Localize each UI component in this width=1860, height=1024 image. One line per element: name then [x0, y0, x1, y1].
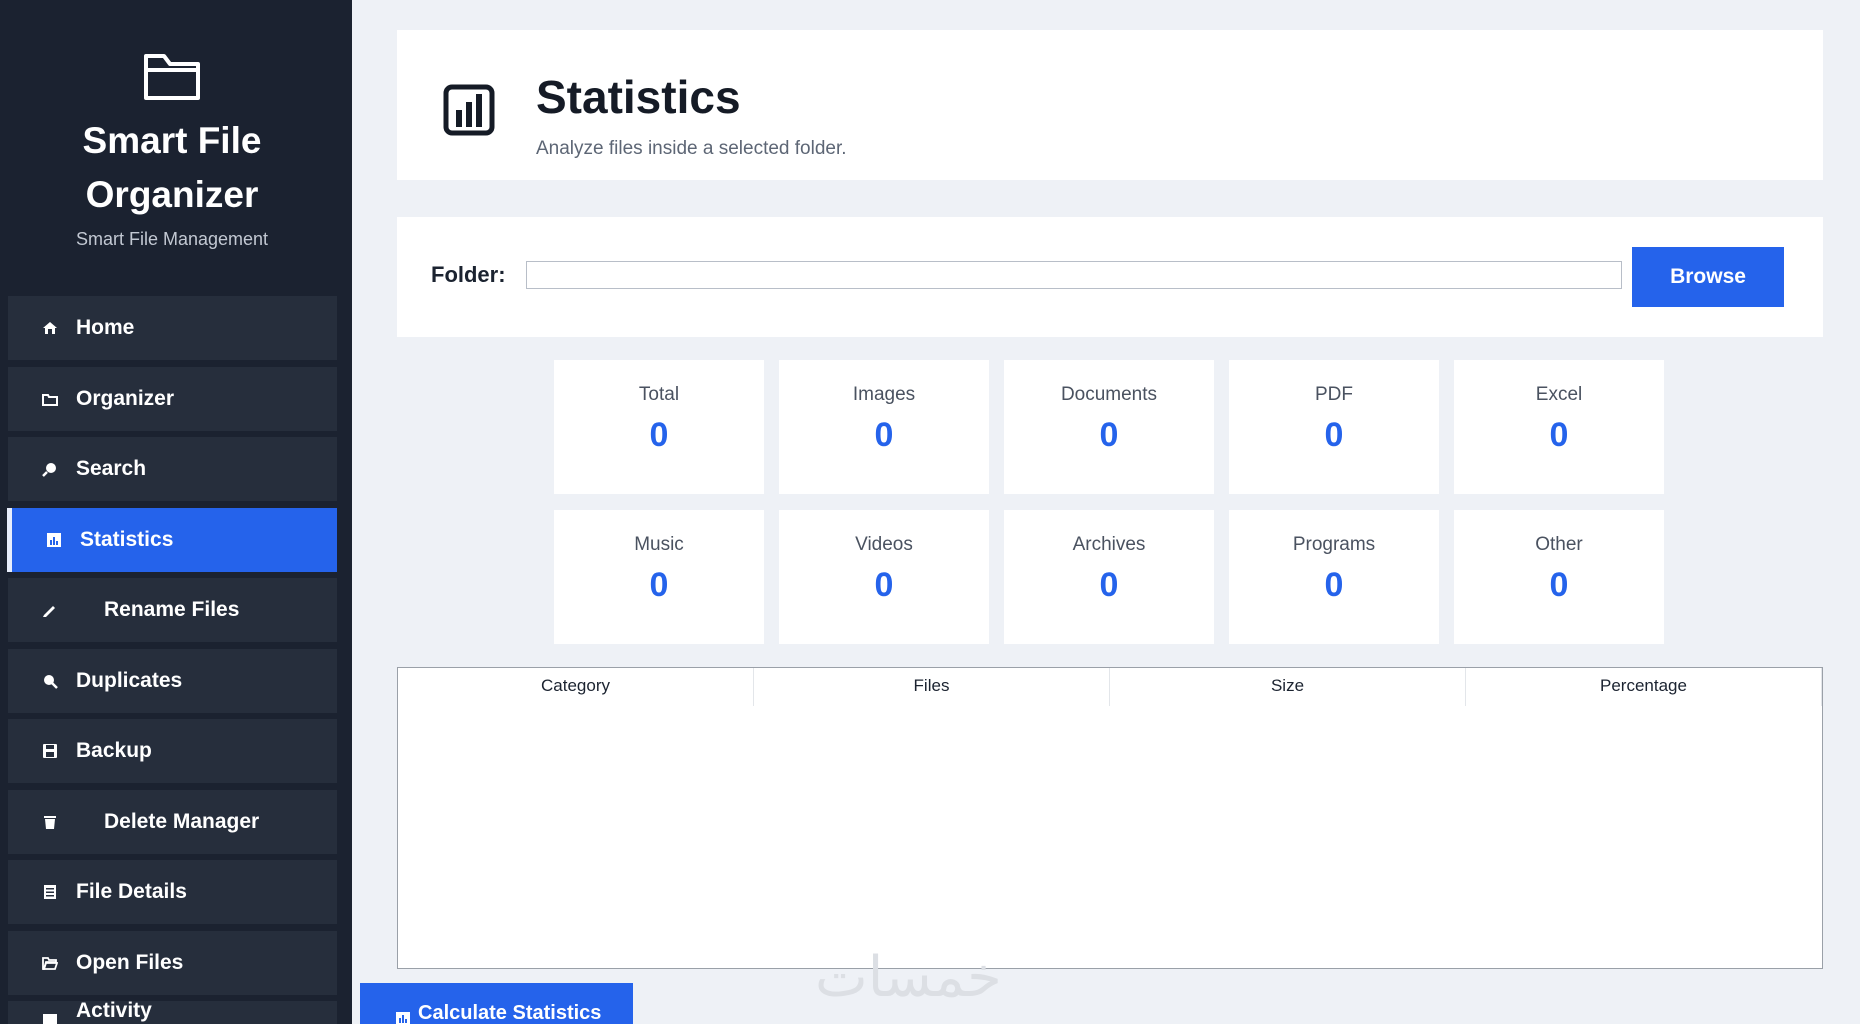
stat-value: 0: [874, 566, 894, 604]
page-header: Statistics Analyze files inside a select…: [397, 30, 1823, 180]
sidebar-item-statistics[interactable]: Statistics: [7, 508, 337, 572]
stat-label: Excel: [1535, 384, 1583, 405]
stat-label: Videos: [855, 534, 913, 555]
stat-value: 0: [1549, 566, 1569, 604]
stat-label: Programs: [1292, 534, 1376, 555]
sidebar-item-delete-manager[interactable]: Delete Manager: [8, 790, 337, 854]
home-icon: [43, 322, 57, 334]
sidebar-item-label: Activity: [76, 1001, 152, 1022]
brand-subtitle: Smart File Management: [75, 229, 269, 249]
sidebar-item-label: Duplicates: [76, 669, 183, 692]
folder-selector: Folder: Browse: [397, 217, 1823, 337]
sidebar: Smart File Organizer Smart File Manageme…: [0, 0, 352, 1024]
stat-card-music: Music 0: [554, 510, 764, 644]
rename-icon: [43, 606, 55, 617]
column-header-files[interactable]: Files: [754, 668, 1110, 706]
sidebar-item-home[interactable]: Home: [8, 296, 337, 360]
stat-label: Other: [1535, 534, 1583, 555]
stat-value: 0: [1099, 566, 1119, 604]
file-details-icon: [44, 885, 56, 899]
stat-value: 0: [649, 416, 669, 454]
sidebar-item-label: Delete Manager: [104, 810, 260, 833]
sidebar-item-label: Rename Files: [104, 598, 240, 621]
sidebar-item-search[interactable]: Search: [8, 437, 337, 501]
folder-icon: [42, 394, 58, 406]
brand-title: Smart File Organizer: [82, 120, 262, 215]
calculate-statistics-button[interactable]: Calculate Statistics: [360, 983, 633, 1024]
stat-card-documents: Documents 0: [1004, 360, 1214, 494]
stat-value: 0: [874, 416, 894, 454]
stat-card-pdf: PDF 0: [1229, 360, 1439, 494]
sidebar-item-organizer[interactable]: Organizer: [8, 367, 337, 431]
stat-label: Images: [852, 384, 916, 405]
sidebar-item-activity[interactable]: Activity: [8, 1001, 337, 1024]
sidebar-item-label: Search: [76, 457, 147, 480]
stat-label: Music: [634, 534, 684, 555]
stat-card-other: Other 0: [1454, 510, 1664, 644]
stat-card-archives: Archives 0: [1004, 510, 1214, 644]
sidebar-item-duplicates[interactable]: Duplicates: [8, 649, 337, 713]
sidebar-item-backup[interactable]: Backup: [8, 719, 337, 783]
stat-card-programs: Programs 0: [1229, 510, 1439, 644]
open-files-icon: [42, 957, 58, 970]
column-header-category[interactable]: Category: [398, 668, 754, 706]
activity-icon: [43, 1014, 57, 1024]
stat-value: 0: [649, 566, 669, 604]
sidebar-item-open-files[interactable]: Open Files: [8, 931, 337, 995]
watermark: خمسات: [815, 945, 1002, 1010]
column-header-percentage[interactable]: Percentage: [1466, 668, 1822, 706]
statistics-icon: [396, 1012, 410, 1024]
stat-label: PDF: [1315, 384, 1353, 405]
folder-icon: [144, 54, 200, 100]
sidebar-item-file-details[interactable]: File Details: [8, 860, 337, 924]
column-header-size[interactable]: Size: [1110, 668, 1466, 706]
duplicates-icon: [44, 675, 58, 689]
stat-card-images: Images 0: [779, 360, 989, 494]
folder-label: Folder:: [431, 262, 506, 287]
sidebar-item-label: File Details: [76, 880, 187, 903]
stat-card-videos: Videos 0: [779, 510, 989, 644]
stat-label: Total: [638, 384, 680, 405]
stat-label: Archives: [1072, 534, 1146, 555]
stat-value: 0: [1324, 566, 1344, 604]
stat-value: 0: [1099, 416, 1119, 454]
browse-button[interactable]: Browse: [1632, 247, 1784, 307]
sidebar-item-label: Organizer: [76, 387, 175, 410]
bar-chart-icon: [443, 84, 495, 136]
backup-icon: [43, 744, 57, 758]
stat-card-excel: Excel 0: [1454, 360, 1664, 494]
page-subtitle: Analyze files inside a selected folder.: [536, 138, 847, 159]
search-icon: [42, 463, 56, 477]
brand: Smart File Organizer Smart File Manageme…: [0, 0, 344, 280]
stat-card-total: Total 0: [554, 360, 764, 494]
calculate-statistics-label: Calculate Statistics: [418, 1002, 602, 1024]
trash-icon: [44, 816, 56, 829]
sidebar-item-rename-files[interactable]: Rename Files: [8, 578, 337, 642]
stat-value: 0: [1324, 416, 1344, 454]
stat-value: 0: [1549, 416, 1569, 454]
statistics-table[interactable]: Category Files Size Percentage: [397, 667, 1823, 969]
table-header: Category Files Size Percentage: [398, 668, 1822, 706]
sidebar-item-label: Statistics: [80, 528, 174, 551]
sidebar-item-label: Backup: [76, 739, 152, 762]
sidebar-item-label: Home: [76, 316, 135, 339]
sidebar-item-label: Open Files: [76, 951, 184, 974]
folder-path-input[interactable]: [526, 261, 1622, 289]
statistics-icon: [47, 533, 61, 547]
page-title: Statistics: [536, 71, 741, 123]
stat-label: Documents: [1060, 384, 1158, 405]
